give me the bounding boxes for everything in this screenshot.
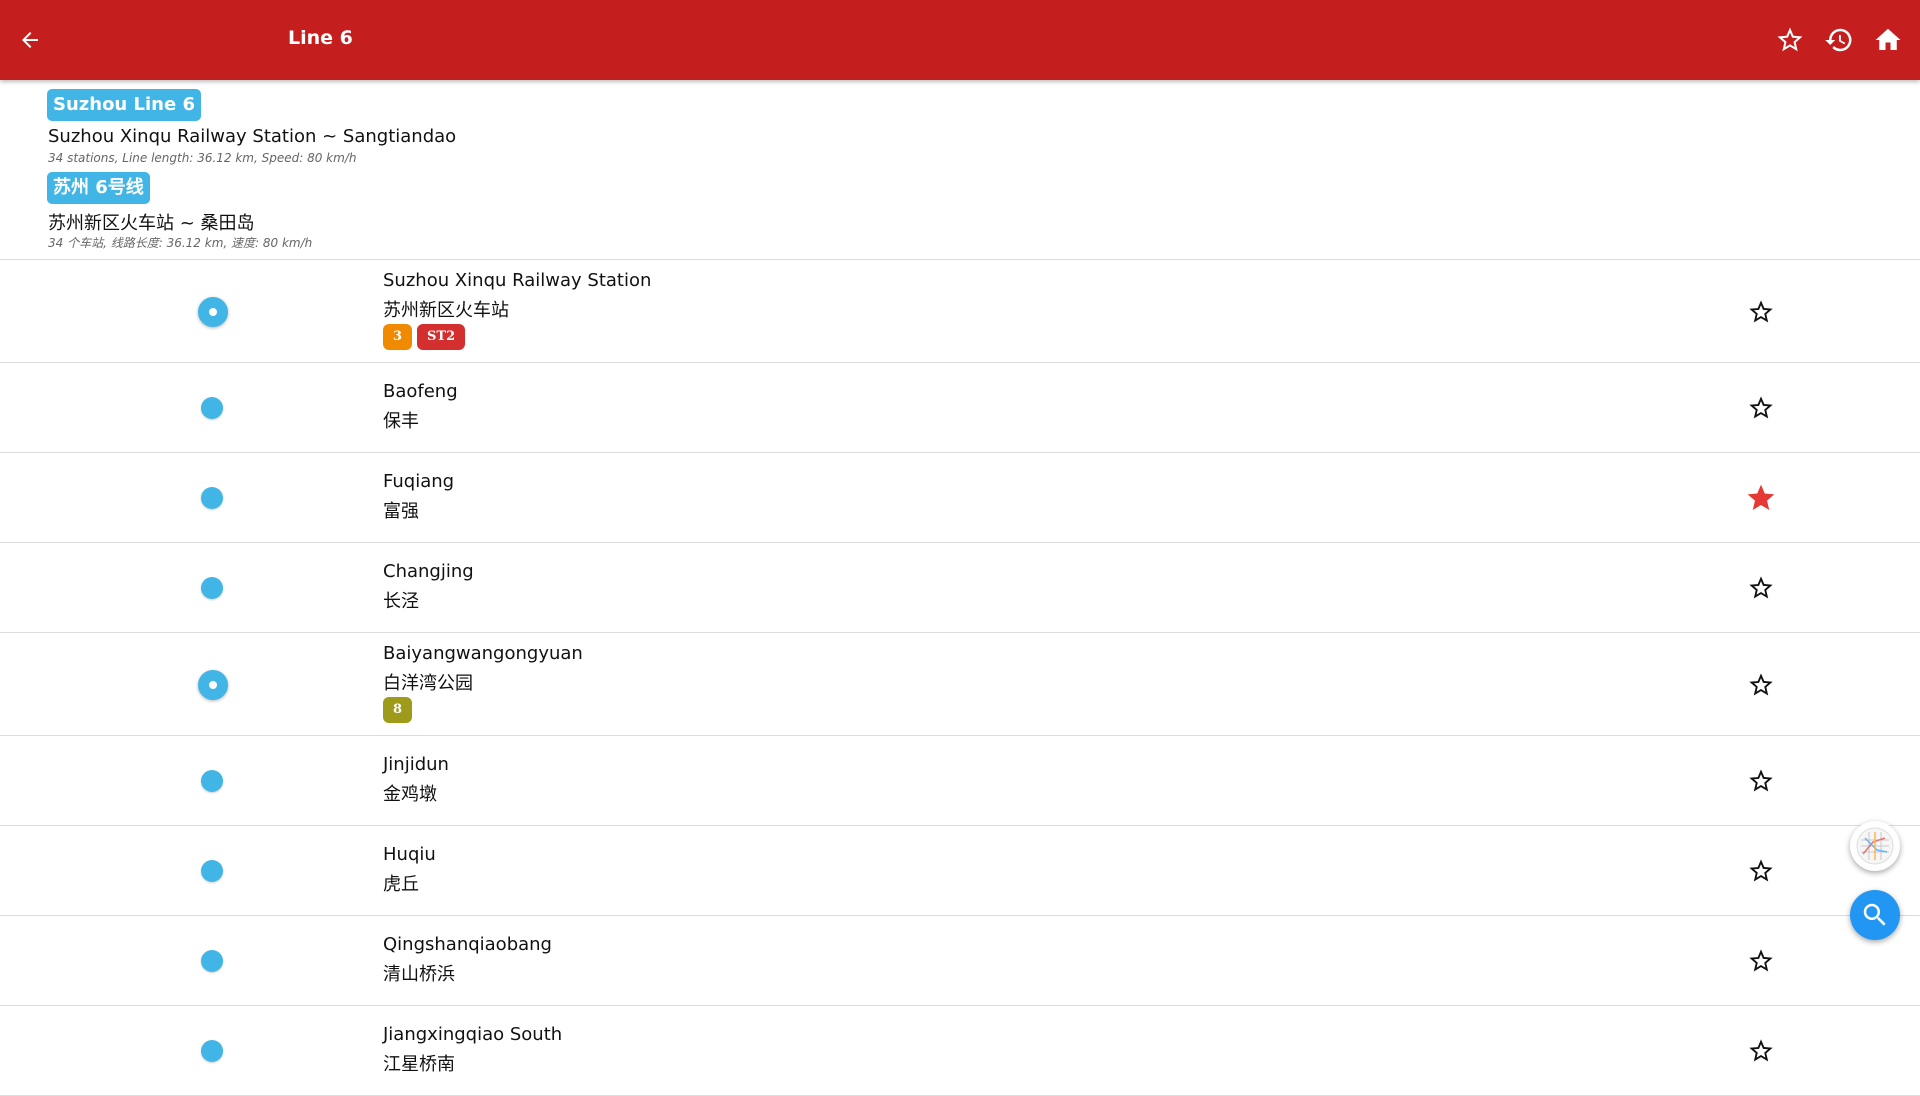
line-info-header: Suzhou Line 6 Suzhou Xinqu Railway Stati… — [0, 80, 1920, 260]
history-icon — [1825, 28, 1852, 52]
favorite-star-button[interactable] — [1745, 855, 1777, 887]
history-button[interactable] — [1819, 20, 1859, 60]
station-name-en: Fuqiang — [383, 471, 455, 492]
transfer-line-chip[interactable]: 8 — [383, 697, 413, 723]
star-outline-icon — [1749, 949, 1773, 972]
station-row[interactable]: Fuqiang 富强 — [0, 453, 1920, 543]
line-meta-cn: 34 个车站, 线路长度: 36.12 km, 速度: 80 km/h — [48, 236, 313, 250]
star-outline-icon — [1749, 299, 1773, 322]
line-route-en: Suzhou Xinqu Railway Station ~ Sangtiand… — [48, 126, 457, 147]
line-badge-en: Suzhou Line 6 — [47, 89, 201, 121]
station-dot — [201, 770, 223, 792]
star-outline-icon — [1777, 27, 1803, 52]
station-name-cn: 江星桥南 — [383, 1054, 455, 1075]
star-outline-icon — [1749, 576, 1773, 599]
station-row[interactable]: Jinjidun 金鸡墩 — [0, 736, 1920, 826]
station-name-en: Baiyangwangongyuan — [383, 643, 583, 664]
station-dot — [201, 950, 223, 972]
star-outline-icon — [1749, 859, 1773, 882]
transfer-station-dot — [198, 296, 228, 327]
favorite-star-button[interactable] — [1745, 392, 1777, 424]
station-row[interactable]: Huqiu 虎丘 — [0, 826, 1920, 916]
station-row[interactable]: Jiangxingqiao South 江星桥南 — [0, 1006, 1920, 1096]
star-filled-icon — [1747, 484, 1775, 510]
back-arrow-icon — [22, 32, 38, 48]
station-dot — [201, 397, 223, 419]
favorites-button[interactable] — [1770, 20, 1810, 60]
transfer-lines: 8 — [383, 697, 413, 723]
star-outline-icon — [1749, 1039, 1773, 1062]
station-name-cn: 富强 — [383, 501, 419, 522]
favorite-star-button[interactable] — [1745, 572, 1777, 604]
favorite-star-button[interactable] — [1745, 669, 1777, 701]
metro-map-button[interactable] — [1850, 821, 1900, 871]
star-outline-icon — [1749, 769, 1773, 792]
home-icon — [1875, 28, 1901, 50]
transfer-station-dot — [198, 669, 228, 700]
line-meta-en: 34 stations, Line length: 36.12 km, Spee… — [48, 151, 357, 165]
station-name-cn: 苏州新区火车站 — [383, 300, 509, 321]
station-dot — [201, 1040, 223, 1062]
home-button[interactable] — [1868, 20, 1908, 60]
transfer-lines: 3 ST2 — [383, 324, 466, 350]
metro-map-icon — [1856, 827, 1894, 865]
station-name-en: Jiangxingqiao South — [383, 1024, 563, 1045]
station-name-cn: 长泾 — [383, 591, 419, 612]
station-name-en: Changjing — [383, 561, 474, 582]
station-name-cn: 清山桥浜 — [383, 964, 455, 985]
station-row[interactable]: Baofeng 保丰 — [0, 363, 1920, 453]
favorite-star-button-active[interactable] — [1745, 482, 1777, 514]
transfer-line-chip[interactable]: ST2 — [417, 324, 466, 350]
station-dot — [201, 577, 223, 599]
station-name-en: Jinjidun — [383, 754, 449, 775]
star-outline-icon — [1749, 396, 1773, 419]
station-dot — [201, 487, 223, 509]
station-name-cn: 虎丘 — [383, 874, 419, 895]
station-row[interactable]: Baiyangwangongyuan 白洋湾公园 8 — [0, 633, 1920, 736]
station-name-cn: 保丰 — [383, 411, 419, 432]
station-name-cn: 金鸡墩 — [383, 784, 437, 805]
station-name-en: Qingshanqiaobang — [383, 934, 552, 955]
station-name-en: Huqiu — [383, 844, 436, 865]
app-bar: Line 6 — [0, 0, 1920, 80]
station-name-en: Baofeng — [383, 381, 458, 402]
star-outline-icon — [1749, 672, 1773, 695]
line-badge-cn: 苏州 6号线 — [47, 172, 150, 204]
favorite-star-button[interactable] — [1745, 296, 1777, 328]
line-route-cn: 苏州新区火车站 ~ 桑田岛 — [48, 213, 255, 234]
favorite-star-button[interactable] — [1745, 945, 1777, 977]
favorite-star-button[interactable] — [1745, 1035, 1777, 1067]
favorite-star-button[interactable] — [1745, 765, 1777, 797]
transfer-line-chip[interactable]: 3 — [383, 324, 413, 350]
station-name-cn: 白洋湾公园 — [383, 673, 473, 694]
station-name-en: Suzhou Xinqu Railway Station — [383, 270, 652, 291]
search-icon — [1863, 903, 1886, 926]
back-button[interactable] — [10, 20, 50, 60]
station-row[interactable]: Qingshanqiaobang 清山桥浜 — [0, 916, 1920, 1006]
station-row[interactable]: Changjing 长泾 — [0, 543, 1920, 633]
station-row[interactable]: Suzhou Xinqu Railway Station 苏州新区火车站 3 ST2 — [0, 260, 1920, 363]
page-title: Line 6 — [288, 27, 353, 49]
search-button[interactable] — [1850, 890, 1900, 940]
station-dot — [201, 860, 223, 882]
